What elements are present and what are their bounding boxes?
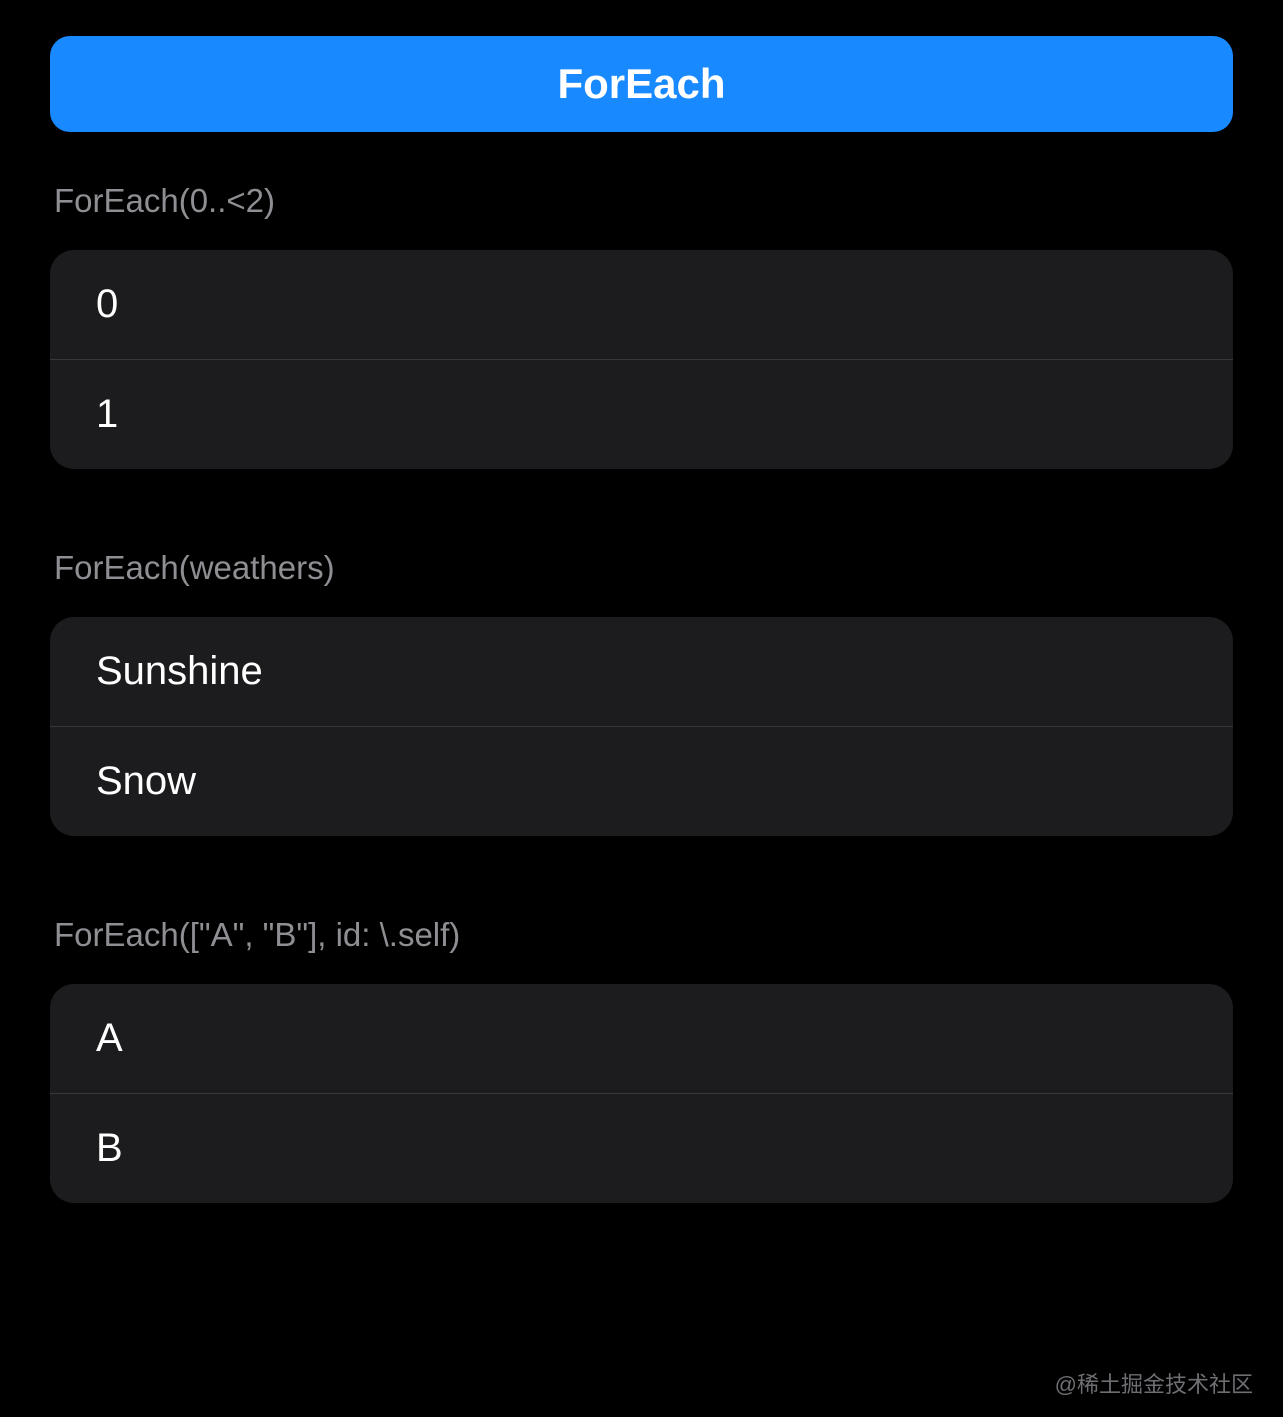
watermark: @稀土掘金技术社区 bbox=[1055, 1367, 1253, 1399]
header-title: ForEach bbox=[557, 60, 725, 107]
card-weathers: Sunshine Snow bbox=[50, 617, 1233, 836]
section-header-letters: ForEach(["A", "B"], id: \.self) bbox=[50, 916, 1233, 954]
list-item[interactable]: A bbox=[50, 984, 1233, 1094]
section-header-range: ForEach(0..<2) bbox=[50, 182, 1233, 220]
section-header-weathers: ForEach(weathers) bbox=[50, 549, 1233, 587]
list-item[interactable]: 0 bbox=[50, 250, 1233, 360]
card-range: 0 1 bbox=[50, 250, 1233, 469]
list-item[interactable]: 1 bbox=[50, 360, 1233, 469]
header-button[interactable]: ForEach bbox=[50, 36, 1233, 132]
list-item[interactable]: Snow bbox=[50, 727, 1233, 836]
card-letters: A B bbox=[50, 984, 1233, 1203]
list-item[interactable]: Sunshine bbox=[50, 617, 1233, 727]
list-item[interactable]: B bbox=[50, 1094, 1233, 1203]
